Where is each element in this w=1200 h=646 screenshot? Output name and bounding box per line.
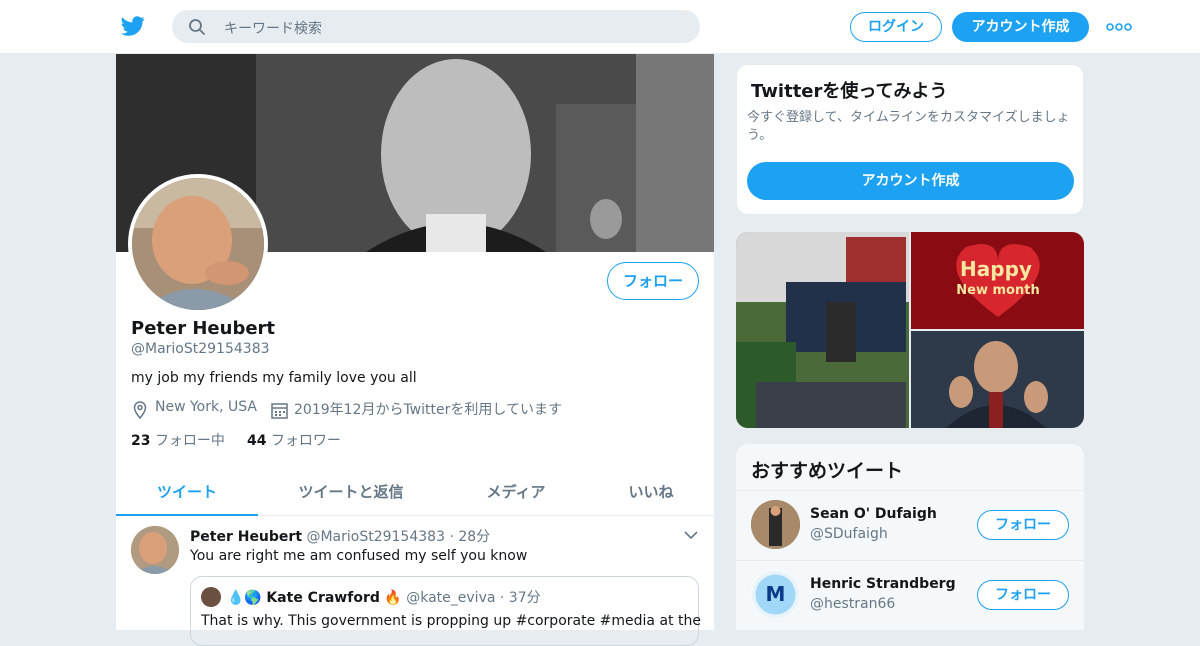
following-count: 23 — [131, 433, 151, 449]
twitter-bird-icon[interactable] — [120, 14, 146, 38]
recommended-follow-button[interactable]: フォロー — [977, 510, 1069, 540]
tab-likes[interactable]: いいね — [606, 468, 696, 516]
quoted-author-avatar — [201, 587, 221, 607]
following-stat[interactable]: 23 フォロー中 — [131, 430, 225, 450]
followers-label: フォロワー — [270, 433, 341, 449]
media-overlay-happy: Happy — [960, 257, 1032, 281]
following-label: フォロー中 — [154, 433, 225, 449]
tweet-text: You are right me am confused my self you… — [190, 548, 528, 564]
quoted-separator: · — [499, 590, 505, 606]
recommended-user-row[interactable]: Sean O' Dufaigh @SDufaigh フォロー — [736, 490, 1084, 560]
search-input[interactable]: キーワード検索 — [172, 10, 700, 43]
svg-text:M: M — [766, 582, 786, 606]
profile-bio: my job my friends my family love you all — [131, 370, 417, 386]
tweet-author-avatar[interactable] — [131, 526, 179, 574]
media-thumbnail-2[interactable]: Happy New month — [911, 232, 1084, 329]
location-icon — [133, 401, 147, 419]
profile-column: フォロー Peter Heubert @MarioSt29154383 my j… — [116, 54, 714, 646]
search-icon — [189, 19, 205, 35]
recommended-user-handle[interactable]: @hestran66 — [810, 596, 895, 612]
search-placeholder: キーワード検索 — [224, 21, 322, 37]
quoted-author-emoji-prefix: 💧🌎 — [227, 590, 262, 606]
media-thumbnail-1[interactable] — [736, 232, 909, 428]
quoted-tweet-text: That is why. This government is propping… — [201, 613, 701, 629]
tweet-timestamp[interactable]: 28分 — [458, 529, 490, 545]
more-options-icon[interactable] — [1106, 22, 1132, 32]
recommended-tweets-panel: おすすめツイート Sean O' Dufaigh @SDufaigh フォロー … — [736, 444, 1084, 630]
followers-count: 44 — [247, 433, 267, 449]
signup-promo-card: Twitterを使ってみよう 今すぐ登録して、タイムラインをカスタマイズしましょ… — [736, 64, 1084, 215]
tweet-separator: · — [449, 529, 454, 545]
profile-handle[interactable]: @MarioSt29154383 — [131, 341, 270, 357]
media-grid: Happy New month — [736, 232, 1084, 428]
tweet-author-name[interactable]: Peter Heubert — [190, 529, 302, 545]
profile-tabs: ツイート ツイートと返信 メディア いいね — [116, 468, 714, 516]
promo-signup-button[interactable]: アカウント作成 — [747, 162, 1074, 200]
quoted-tweet-header: 💧🌎 Kate Crawford 🔥 @kate_eviva · 37分 — [227, 587, 541, 607]
media-thumbnail-3[interactable] — [911, 331, 1084, 428]
media-overlay-new-month: New month — [956, 283, 1039, 298]
recommended-user-avatar[interactable] — [751, 500, 800, 549]
tab-tweets-and-replies[interactable]: ツイートと返信 — [276, 468, 426, 516]
followers-stat[interactable]: 44 フォロワー — [247, 430, 341, 450]
quoted-author-handle: @kate_eviva — [406, 590, 496, 606]
quoted-author-name: Kate Crawford — [266, 590, 380, 606]
quoted-tweet[interactable]: 💧🌎 Kate Crawford 🔥 @kate_eviva · 37分 Tha… — [190, 576, 701, 646]
follow-button[interactable]: フォロー — [607, 262, 699, 300]
profile-avatar[interactable] — [128, 174, 268, 314]
quoted-author-emoji-suffix: 🔥 — [384, 590, 402, 606]
quoted-timestamp: 37分 — [508, 590, 541, 606]
tab-tweets[interactable]: ツイート — [116, 468, 258, 516]
promo-title: Twitterを使ってみよう — [751, 81, 948, 102]
chevron-down-icon[interactable] — [684, 530, 698, 540]
recommended-user-row[interactable]: M Henric Strandberg @hestran66 フォロー — [736, 560, 1084, 630]
tweet-header: Peter Heubert @MarioSt29154383 · 28分 — [190, 526, 490, 546]
profile-joined-date: 2019年12月からTwitterを利用しています — [294, 402, 562, 418]
login-button[interactable]: ログイン — [850, 12, 942, 42]
tab-media[interactable]: メディア — [456, 468, 576, 516]
recommended-user-name[interactable]: Henric Strandberg — [810, 576, 956, 592]
recommended-user-name[interactable]: Sean O' Dufaigh — [810, 506, 937, 522]
recommended-follow-button[interactable]: フォロー — [977, 580, 1069, 610]
signup-button[interactable]: アカウント作成 — [952, 12, 1089, 42]
profile-name: Peter Heubert — [131, 318, 276, 339]
recommended-user-avatar[interactable]: M — [751, 570, 800, 619]
promo-text: 今すぐ登録して、タイムラインをカスタマイズしましょう。 — [747, 110, 1070, 143]
calendar-icon — [271, 403, 288, 419]
recommended-user-handle[interactable]: @SDufaigh — [810, 526, 888, 542]
profile-location: New York, USA — [155, 399, 257, 415]
recommended-title: おすすめツイート — [751, 460, 904, 482]
top-navigation-bar: キーワード検索 ログイン アカウント作成 — [0, 0, 1200, 54]
tweet-author-handle[interactable]: @MarioSt29154383 — [306, 529, 445, 545]
